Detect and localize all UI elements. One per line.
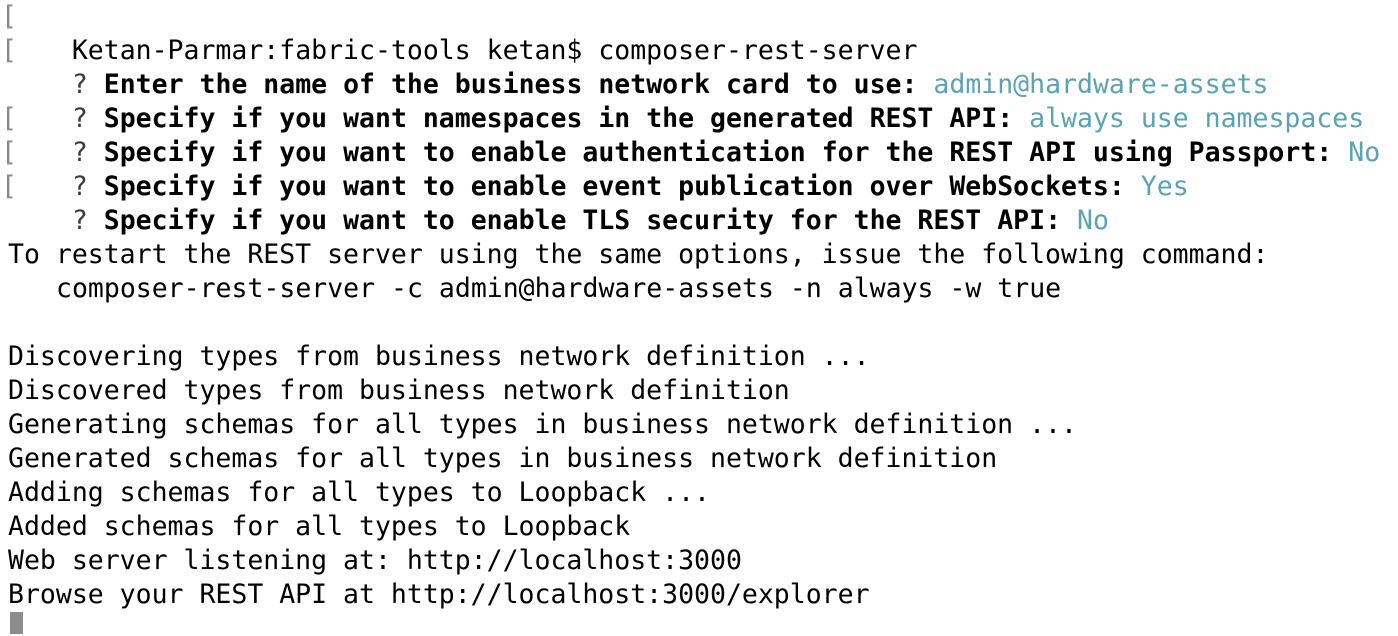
output-line: Adding schemas for all types to Loopback… — [8, 477, 710, 508]
prompt-line: ? Specify if you want namespaces in the … — [8, 68, 1364, 134]
prompt-answer: No — [1077, 205, 1109, 236]
restart-notice: To restart the REST server using the sam… — [8, 239, 1269, 270]
scrollback-mark: [ — [1, 137, 17, 168]
prompt-answer: Yes — [1140, 171, 1189, 202]
scrollback-mark: [ — [1, 35, 17, 66]
prompt-line: [? Specify if you want to enable event p… — [1, 136, 1189, 202]
scrollback-mark: [ — [1, 171, 17, 202]
scrollback-mark: [ — [1, 103, 17, 134]
output-line: Generating schemas for all types in busi… — [8, 409, 1077, 440]
command-line: [Ketan-Parmar:fabric-tools ketan$ compos… — [1, 0, 917, 66]
prompt-line: [? Specify if you want to enable authent… — [1, 102, 1380, 168]
terminal-window[interactable]: [Ketan-Parmar:fabric-tools ketan$ compos… — [0, 0, 1398, 636]
output-line: Discovered types from business network d… — [8, 375, 790, 406]
text-cursor — [10, 612, 23, 634]
output-line: Browse your REST API at http://localhost… — [8, 579, 870, 610]
output-line: Added schemas for all types to Loopback — [8, 511, 631, 542]
prompt-line: [? Enter the name of the business networ… — [1, 34, 1268, 100]
question-mark-icon: ? — [71, 205, 88, 236]
output-line: Generated schemas for all types in busin… — [8, 443, 998, 474]
scrollback-mark: [ — [1, 1, 17, 32]
prompt-question: Specify if you want to enable TLS securi… — [103, 205, 1062, 236]
restart-command: composer-rest-server -c admin@hardware-a… — [56, 273, 1062, 304]
prompt-answer: No — [1348, 137, 1381, 168]
prompt-line: [? Specify if you want to enable TLS sec… — [1, 170, 1109, 236]
output-line: Web server listening at: http://localhos… — [8, 545, 742, 576]
output-line: Discovering types from business network … — [8, 341, 870, 372]
